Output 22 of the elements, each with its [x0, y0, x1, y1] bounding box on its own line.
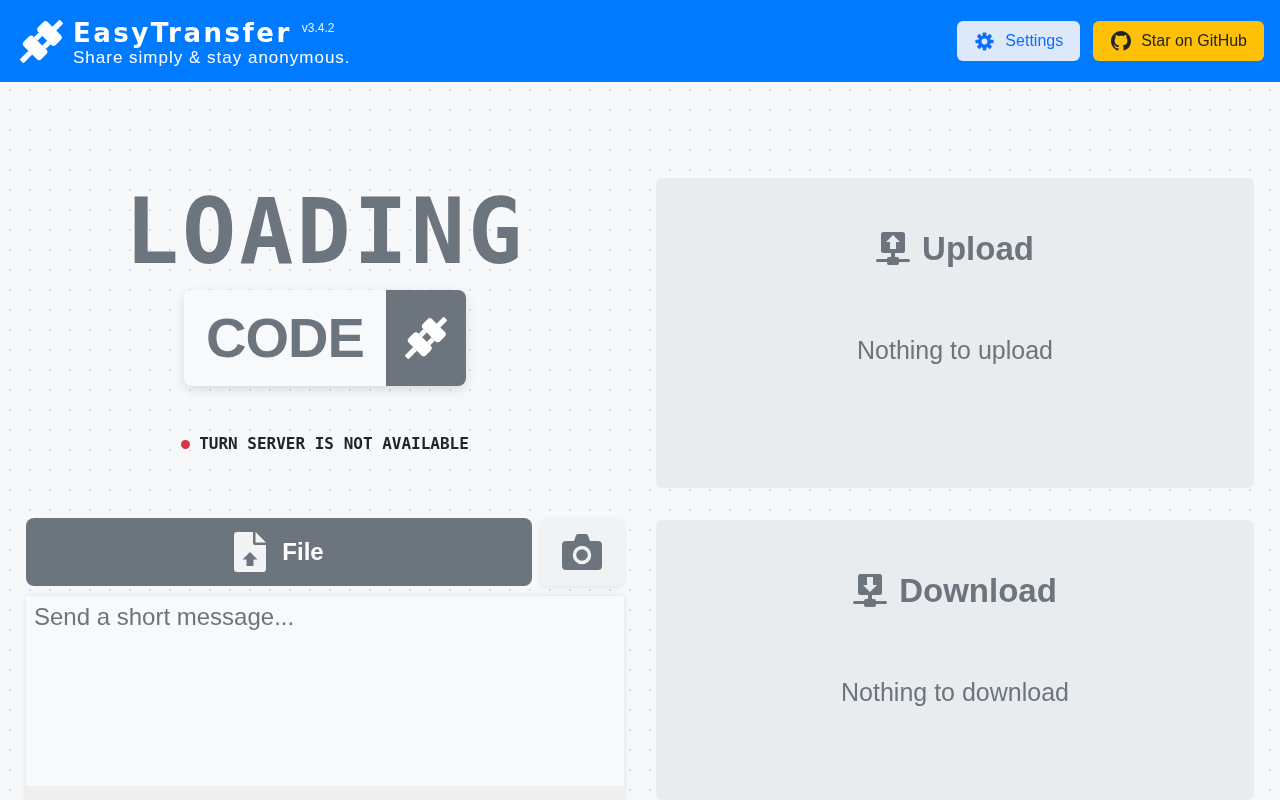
app-title: EasyTransfer	[73, 18, 292, 48]
camera-button[interactable]	[540, 518, 624, 586]
settings-button[interactable]: Settings	[957, 21, 1081, 61]
version-label: v3.4.2	[301, 22, 335, 34]
download-icon	[853, 573, 888, 607]
empty-message: Nothing to upload	[857, 335, 1053, 365]
tagline: Share simply & stay anonymous.	[73, 48, 351, 68]
message-field[interactable]: Send a short message...	[26, 596, 624, 786]
panel-title: Upload	[922, 231, 1034, 265]
camera-icon	[562, 534, 602, 570]
code-text: CODE	[206, 310, 364, 366]
plug-logo-icon	[20, 19, 63, 63]
upload-icon	[876, 231, 911, 265]
file-button[interactable]: File	[26, 518, 532, 586]
empty-message: Nothing to download	[841, 677, 1069, 707]
turn-status-text: TURN SERVER IS NOT AVAILABLE	[199, 434, 469, 454]
github-logo-icon	[1111, 31, 1132, 51]
panel-title: Download	[899, 573, 1057, 607]
file-upload-icon	[234, 532, 267, 572]
github-button[interactable]: Star on GitHub	[1093, 21, 1264, 61]
loading-heading: LOADING	[124, 187, 526, 277]
settings-icon	[975, 31, 995, 51]
